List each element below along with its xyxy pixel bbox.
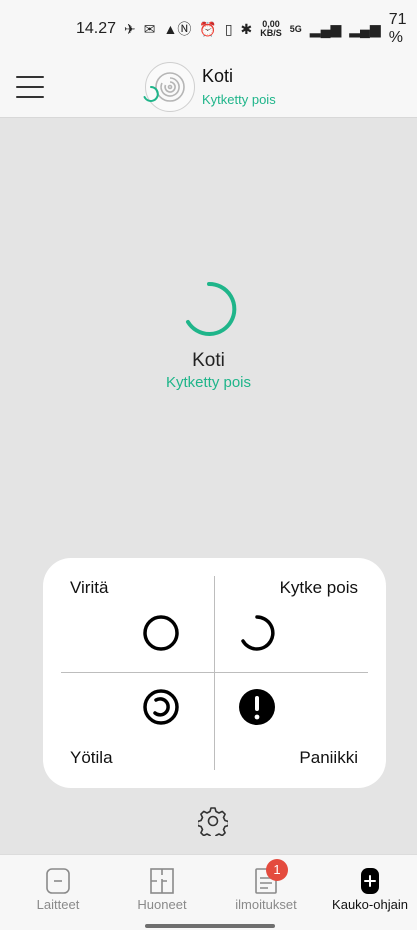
main-state: Koti Kytketty pois: [0, 280, 417, 391]
nav-rooms[interactable]: Huoneet: [110, 855, 214, 930]
alert-triangle-icon: ▲: [163, 21, 178, 37]
menu-icon-line: [16, 86, 44, 88]
nav-remote[interactable]: Kauko-ohjain: [318, 855, 417, 930]
status-time: 14.27: [76, 20, 117, 37]
nfc-icon: Ⓝ: [177, 21, 192, 37]
menu-icon-line: [16, 76, 44, 78]
app-header: Koti Kytketty pois: [0, 58, 417, 118]
device-icon: [46, 868, 70, 894]
circle-icon: [143, 615, 179, 651]
nav-devices-label: Laitteet: [36, 897, 80, 912]
main-status: Kytketty pois: [165, 374, 252, 391]
night-mode-label: Yötila: [70, 748, 113, 767]
gear-icon[interactable]: [198, 806, 228, 836]
network-speed: 0,00 KB/S: [260, 20, 282, 38]
status-bar: 14.27 ✈ ✉ ▲ Ⓝ ⏰ ▯ ✱ 0,00 KB/S 5G ▂▄▆ ▂▄▆…: [0, 0, 417, 58]
message-icon: ✉: [143, 21, 156, 37]
arm-button[interactable]: Viritä: [43, 558, 214, 673]
vibrate-icon: ▯: [224, 21, 233, 37]
night-mode-icon: [143, 689, 179, 725]
signal-2-icon: ▂▄▆: [349, 21, 381, 37]
site-avatar[interactable]: [143, 62, 195, 112]
disarm-button[interactable]: Kytke pois: [215, 558, 386, 673]
status-left: 14.27 ✈ ✉ ▲: [76, 20, 177, 38]
panic-label: Paniikki: [299, 748, 358, 767]
notification-badge: 1: [266, 859, 288, 881]
screen: 14.27 ✈ ✉ ▲ Ⓝ ⏰ ▯ ✱ 0,00 KB/S 5G ▂▄▆ ▂▄▆…: [0, 0, 417, 930]
menu-button[interactable]: [16, 76, 44, 98]
status-right: Ⓝ ⏰ ▯ ✱ 0,00 KB/S 5G ▂▄▆ ▂▄▆ 71 %: [177, 11, 406, 47]
remote-control-icon: [361, 868, 379, 894]
disarm-label: Kytke pois: [279, 578, 358, 597]
loading-spinner-icon: [185, 281, 236, 336]
nav-devices[interactable]: Laitteet: [6, 855, 110, 930]
flight-icon: ✈: [124, 21, 136, 37]
battery-level: 71 %: [388, 11, 407, 46]
network-speed-unit: KB/S: [260, 28, 282, 38]
site-status: Kytketty pois: [202, 92, 276, 107]
nav-rooms-label: Huoneet: [137, 897, 187, 912]
main-title: Koti: [192, 350, 225, 371]
floor-plan-icon: [150, 868, 174, 894]
alarm-icon: ⏰: [199, 21, 217, 37]
loading-spinner-icon: [143, 86, 159, 102]
nav-notifications-label: ilmoitukset: [235, 897, 297, 912]
bottom-nav: Laitteet Huoneet 1 ilmoitukset Kauko-ohj…: [0, 854, 417, 930]
panic-button[interactable]: Paniikki: [215, 673, 386, 788]
site-name: Koti: [202, 66, 234, 86]
nav-notifications[interactable]: 1 ilmoitukset: [214, 855, 318, 930]
arm-label: Viritä: [70, 578, 109, 597]
bluetooth-icon: ✱: [240, 21, 253, 37]
notifications-icon-wrapper: 1: [252, 859, 288, 894]
exclamation-icon: [239, 689, 275, 725]
home-indicator[interactable]: [145, 924, 275, 928]
menu-icon-line: [16, 96, 44, 98]
control-panel: Viritä Kytke pois Yötila Paniikki: [43, 558, 386, 788]
night-mode-button[interactable]: Yötila: [43, 673, 214, 788]
signal-icon: ▂▄▆: [309, 21, 342, 37]
network-type: 5G: [289, 23, 302, 34]
nav-remote-label: Kauko-ohjain: [332, 897, 408, 912]
open-circle-icon: [241, 615, 275, 651]
